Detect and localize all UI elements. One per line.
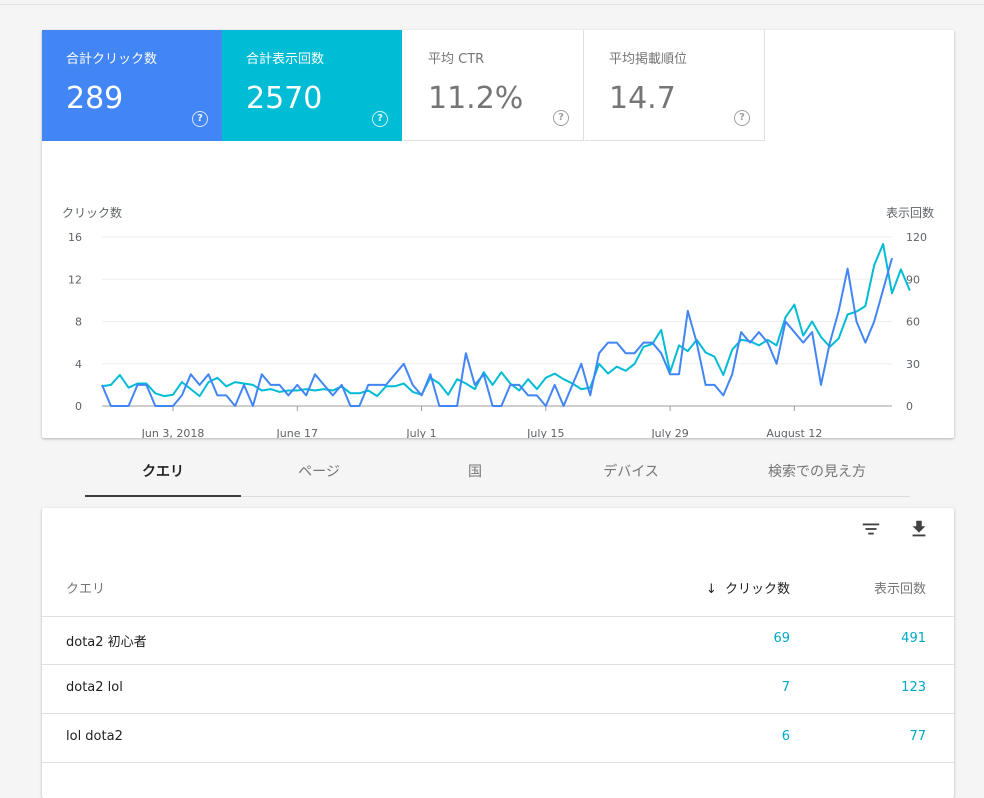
average-ctr-metric[interactable]: 平均 CTR 11.2% ?: [404, 30, 584, 141]
y-right-tick-label: 0: [906, 400, 913, 413]
filter-icon[interactable]: [860, 518, 882, 540]
total-impressions-metric[interactable]: 合計表示回数 2570 ?: [222, 30, 402, 141]
tab-queries[interactable]: クエリ: [85, 452, 241, 497]
row-query: dota2 lol: [66, 680, 123, 695]
y-left-tick-label: 0: [75, 400, 82, 413]
total-impressions-label: 合計表示回数: [246, 52, 325, 67]
x-tick-label: July 1: [405, 427, 436, 438]
y-right-tick-label: 60: [906, 316, 920, 329]
y-left-tick-label: 12: [68, 273, 82, 286]
dimension-tabs: クエリ ページ 国 デバイス 検索での見え方: [85, 452, 910, 497]
row-clicks: 6: [781, 729, 790, 744]
row-query: dota2 初心者: [66, 635, 147, 650]
row-impressions: 491: [901, 631, 926, 646]
tab-devices[interactable]: デバイス: [553, 452, 709, 496]
row-clicks: 69: [773, 631, 790, 646]
chart-gridlines: [102, 236, 892, 411]
table-row[interactable]: dota2 初心者 69 491: [42, 616, 954, 665]
column-header-clicks-label: クリック数: [724, 582, 790, 597]
help-icon[interactable]: ?: [553, 110, 569, 126]
x-tick-label: July 29: [650, 427, 688, 438]
chart-series: [101, 243, 911, 407]
download-icon[interactable]: [908, 518, 930, 540]
impressions-series-line: [101, 243, 911, 398]
x-tick-label: August 12: [766, 427, 822, 438]
left-axis-title: クリック数: [62, 205, 122, 220]
x-tick-label: Jun 3, 2018: [141, 427, 205, 438]
help-icon[interactable]: ?: [372, 111, 388, 127]
right-axis-title: 表示回数: [886, 205, 934, 220]
total-clicks-label: 合計クリック数: [66, 52, 158, 67]
column-header-query: クエリ: [66, 582, 106, 597]
help-icon[interactable]: ?: [734, 110, 750, 126]
x-tick-label: July 15: [526, 427, 564, 438]
average-ctr-label: 平均 CTR: [428, 52, 485, 67]
x-tick-label: June 17: [276, 427, 318, 438]
total-clicks-metric[interactable]: 合計クリック数 289 ?: [42, 30, 222, 141]
average-position-metric[interactable]: 平均掲載順位 14.7 ?: [585, 30, 765, 141]
tab-countries[interactable]: 国: [397, 452, 553, 496]
column-header-clicks[interactable]: ↓ クリック数: [706, 578, 790, 597]
top-divider: [0, 4, 984, 5]
y-left-tick-label: 8: [75, 316, 82, 329]
help-icon[interactable]: ?: [192, 111, 208, 127]
row-impressions: 123: [901, 680, 926, 695]
sort-arrow-icon: ↓: [705, 582, 717, 597]
average-position-label: 平均掲載順位: [609, 52, 688, 67]
y-left-tick-label: 16: [68, 231, 82, 244]
performance-line-chart: クリック数 表示回数 04812160306090120Jun 3, 2018 J…: [62, 205, 934, 438]
column-header-impressions[interactable]: 表示回数: [874, 578, 926, 597]
row-clicks: 7: [781, 680, 790, 695]
queries-table-card: クエリ ↓ クリック数 表示回数 dota2 初心者 69 491 dota2 …: [42, 508, 954, 798]
row-impressions: 77: [909, 729, 926, 744]
y-left-tick-label: 4: [75, 358, 82, 371]
row-query: lol dota2: [66, 729, 123, 744]
clicks-series-line: [101, 257, 893, 407]
table-row[interactable]: dota2 lol 7 123: [42, 665, 954, 714]
table-header: クエリ ↓ クリック数 表示回数: [42, 566, 954, 617]
performance-summary-card: 合計クリック数 289 ? 合計表示回数 2570 ? 平均 CTR 11.2%…: [42, 30, 954, 438]
tab-pages[interactable]: ページ: [241, 452, 397, 496]
table-row[interactable]: lol dota2 6 77: [42, 714, 954, 763]
tab-search-appearance[interactable]: 検索での見え方: [725, 452, 909, 496]
y-right-tick-label: 120: [906, 231, 927, 244]
y-right-tick-label: 30: [906, 358, 920, 371]
